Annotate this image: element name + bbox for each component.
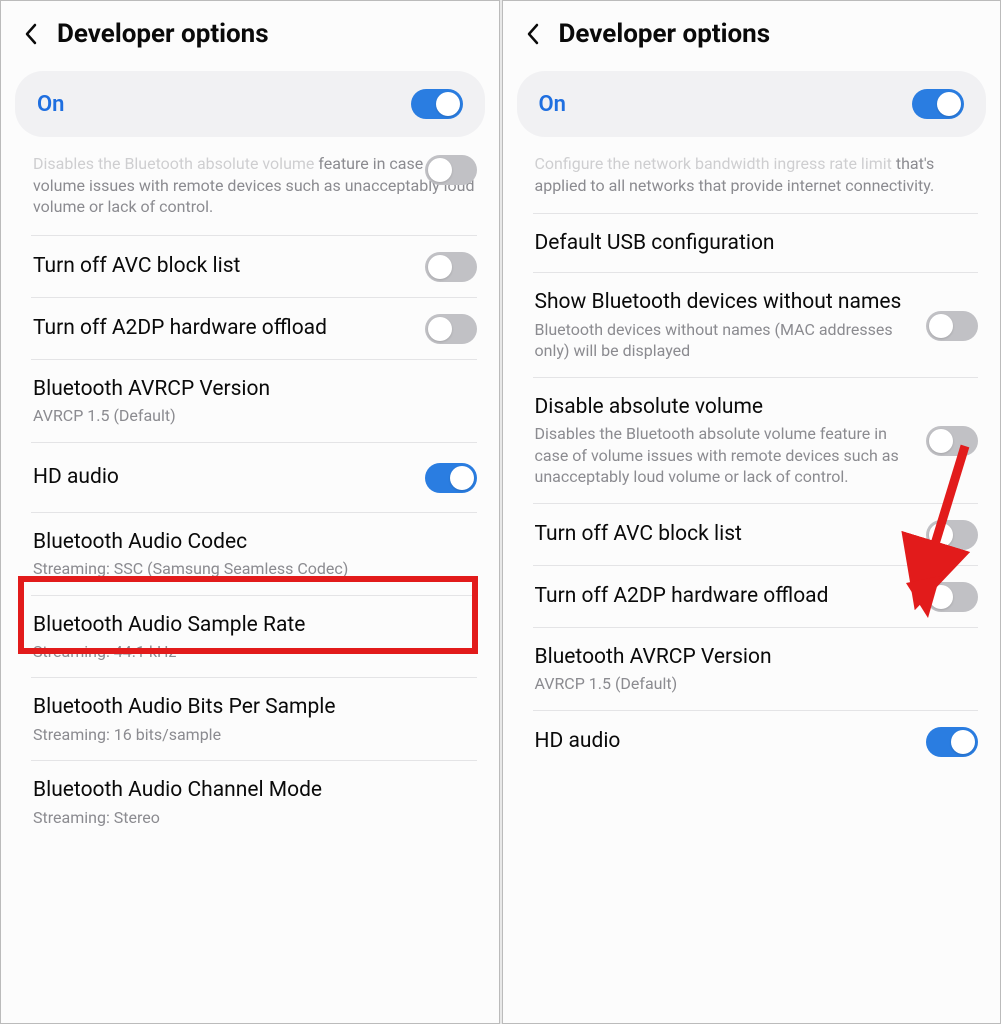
page-title: Developer options xyxy=(57,19,269,49)
back-button[interactable] xyxy=(19,22,43,46)
item-avc-block-list[interactable]: Turn off AVC block list xyxy=(1,236,499,298)
header: Developer options xyxy=(1,1,499,71)
item-bt-audio-codec[interactable]: Bluetooth Audio Codec Streaming: SSC (Sa… xyxy=(1,513,499,596)
toggle-hd-audio[interactable] xyxy=(425,463,477,493)
master-toggle-row[interactable]: On xyxy=(15,71,485,137)
item-a2dp-offload[interactable]: Turn off A2DP hardware offload xyxy=(503,566,1001,628)
item-avrcp-version[interactable]: Bluetooth AVRCP Version AVRCP 1.5 (Defau… xyxy=(1,360,499,443)
toggle-hd-audio[interactable] xyxy=(926,727,978,757)
item-bt-channel-mode[interactable]: Bluetooth Audio Channel Mode Streaming: … xyxy=(1,761,499,844)
item-bt-sample-rate[interactable]: Bluetooth Audio Sample Rate Streaming: 4… xyxy=(1,596,499,679)
back-button[interactable] xyxy=(521,22,545,46)
item-default-usb[interactable]: Default USB configuration xyxy=(503,214,1001,273)
master-toggle-label: On xyxy=(37,92,64,117)
master-toggle[interactable] xyxy=(411,89,463,119)
partial-toggle[interactable] xyxy=(425,155,477,185)
header: Developer options xyxy=(503,1,1001,71)
item-hd-audio[interactable]: HD audio xyxy=(1,443,499,513)
item-avc-block-list[interactable]: Turn off AVC block list xyxy=(503,504,1001,566)
item-avrcp-version[interactable]: Bluetooth AVRCP Version AVRCP 1.5 (Defau… xyxy=(503,628,1001,711)
partial-description: Configure the network bandwidth ingress … xyxy=(503,143,1001,214)
item-disable-absolute-volume[interactable]: Disable absolute volume Disables the Blu… xyxy=(503,378,1001,504)
chevron-left-icon xyxy=(23,22,39,46)
toggle-avc-block-list[interactable] xyxy=(425,252,477,282)
toggle-avc-block-list[interactable] xyxy=(926,520,978,550)
toggle-disable-absolute-volume[interactable] xyxy=(926,426,978,456)
left-panel: Developer options On Disables the Blueto… xyxy=(0,0,500,1024)
settings-list[interactable]: Configure the network bandwidth ingress … xyxy=(503,143,1001,1023)
master-toggle-row[interactable]: On xyxy=(517,71,987,137)
item-bt-no-names[interactable]: Show Bluetooth devices without names Blu… xyxy=(503,273,1001,377)
toggle-a2dp-offload[interactable] xyxy=(926,582,978,612)
item-a2dp-offload[interactable]: Turn off A2DP hardware offload xyxy=(1,298,499,360)
chevron-left-icon xyxy=(525,22,541,46)
master-toggle-label: On xyxy=(539,92,566,117)
toggle-bt-no-names[interactable] xyxy=(926,311,978,341)
master-toggle[interactable] xyxy=(912,89,964,119)
partial-description: Disables the Bluetooth absolute volume f… xyxy=(1,143,499,236)
item-hd-audio[interactable]: HD audio xyxy=(503,711,1001,773)
settings-list[interactable]: Disables the Bluetooth absolute volume f… xyxy=(1,143,499,1023)
item-bt-bits-per-sample[interactable]: Bluetooth Audio Bits Per Sample Streamin… xyxy=(1,678,499,761)
toggle-a2dp-offload[interactable] xyxy=(425,314,477,344)
right-panel: Developer options On Configure the netwo… xyxy=(502,0,1001,1024)
page-title: Developer options xyxy=(559,19,771,49)
